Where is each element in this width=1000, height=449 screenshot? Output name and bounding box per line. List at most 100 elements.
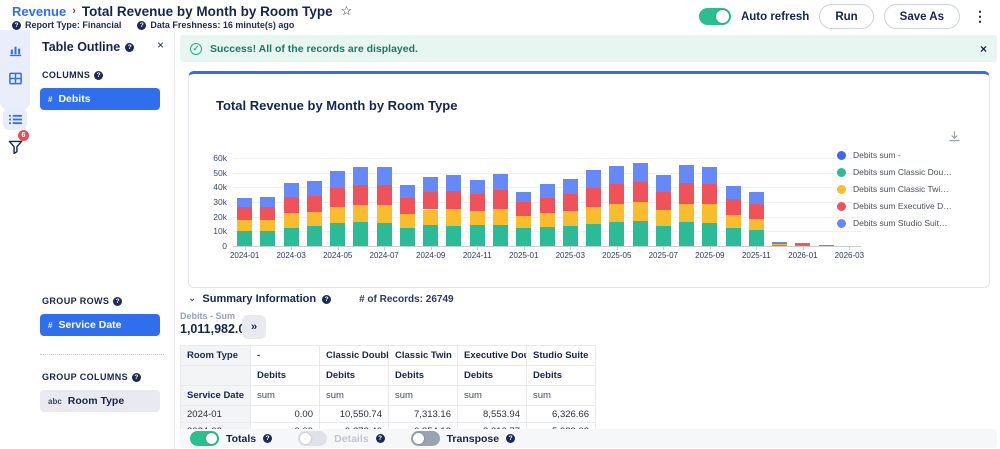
info-icon[interactable]: ? [12,21,21,30]
more-options-icon[interactable]: ⋮ [970,8,990,25]
bar-segment [633,221,648,246]
y-axis-tick-label: 20k [213,212,227,222]
bar-segment [586,170,601,187]
pill-label: Debits [58,93,90,105]
panel-title: Table Outline [42,40,120,54]
bar-segment [470,180,485,194]
bar-segment [563,211,578,226]
text-type-icon: abc [48,397,62,406]
expand-metrics-button[interactable]: » [242,315,266,339]
bar-segment [516,228,531,246]
pill-label: Service Date [58,319,121,331]
chevron-down-icon[interactable]: ⌄ [188,296,196,302]
gridline [233,173,861,174]
bar-segment [609,222,624,246]
table-outline-panel: Table Outline ? × COLUMNS ? # Debits GRO… [30,30,175,449]
bar-chart-icon[interactable] [0,37,30,63]
bar-segment [307,196,322,212]
bar-segment [749,192,764,204]
table-view-icon[interactable] [0,65,30,91]
aggregation-cell: sum [251,386,320,406]
legend-item[interactable]: Debits sum - [837,150,952,160]
report-meta: ? Report Type: Financial ? Data Freshnes… [12,20,294,30]
bar-segment [679,183,694,203]
help-icon[interactable]: ? [506,434,515,443]
help-icon[interactable]: ? [322,295,331,304]
bar-segment [609,166,624,184]
bar-segment [284,213,299,227]
top-header: Revenue › Total Revenue by Month by Room… [0,0,1000,30]
service-date-header-cell[interactable]: Service Date↓ [181,386,251,406]
auto-refresh-label: Auto refresh [741,11,809,23]
details-toggle-group: Details? [298,431,384,446]
bar-segment [260,207,275,220]
help-icon[interactable]: ? [125,43,134,52]
details-toggle[interactable] [298,431,327,446]
column-pill-debits[interactable]: # Debits [40,88,160,110]
bar-segment [749,219,764,230]
legend-item[interactable]: Debits sum Classic Dou… [837,167,952,177]
help-icon[interactable]: ? [376,434,385,443]
bar-segment [819,245,834,246]
banner-close-icon[interactable]: × [980,42,987,56]
x-axis-tick-label: 2024-07 [369,251,398,260]
bar-segment [772,243,787,244]
x-axis-tick-label: 2026-03 [835,251,864,260]
breadcrumb-root-link[interactable]: Revenue [12,4,66,19]
x-axis-tick-label: 2025-11 [742,251,771,260]
x-axis-tick-label: 2026-01 [788,251,817,260]
favorite-star-icon[interactable]: ☆ [341,3,353,19]
gridline [233,158,861,159]
service-date-header-label: Service Date [187,390,244,401]
legend-item[interactable]: Debits sum Executive D… [837,201,952,211]
legend-item[interactable]: Debits sum Studio Suit… [837,218,952,228]
totals-toggle[interactable] [190,431,219,446]
save-as-button[interactable]: Save As [884,4,960,29]
help-icon[interactable]: ? [263,434,272,443]
bar-segment [609,184,624,204]
column-group-header[interactable]: Classic Twin [389,346,458,366]
empty-corner-cell [181,366,251,386]
x-axis-tick [524,247,525,250]
columns-label: COLUMNS [42,70,90,80]
legend-label: Debits sum - [853,150,901,160]
column-group-header[interactable]: Classic Double [320,346,389,366]
list-view-icon[interactable] [0,106,30,132]
run-button[interactable]: Run [819,4,873,29]
x-axis-tick [756,247,757,250]
auto-refresh-toggle[interactable] [699,8,731,25]
data-freshness-label: Data Freshness: 16 minute(s) ago [150,20,294,30]
legend-item[interactable]: Debits sum Classic Twi… [837,184,952,194]
pivot-table: Room Type→-Classic DoubleClassic TwinExe… [180,345,596,429]
x-axis-tick [570,247,571,250]
transpose-toggle[interactable] [411,431,440,446]
info-icon[interactable]: ? [137,21,146,30]
panel-close-icon[interactable]: × [157,38,164,52]
filter-icon[interactable]: 6 [0,134,30,160]
group-column-pill-room-type[interactable]: abc Room Type [40,390,160,412]
help-icon[interactable]: ? [113,297,122,306]
legend-dot [837,219,846,228]
bar-segment [749,230,764,246]
column-group-header[interactable]: - [251,346,320,366]
help-icon[interactable]: ? [132,373,141,382]
group-row-pill-service-date[interactable]: # Service Date [40,314,160,336]
help-icon[interactable]: ? [94,71,103,80]
toggle-knob [716,10,729,23]
bar-segment [609,204,624,222]
pill-label: Room Type [68,395,124,407]
totals-toggle-group: Totals? [190,431,272,446]
bar-segment [330,207,345,223]
y-axis-tick-label: 0 [222,241,227,251]
room-type-header-cell[interactable]: Room Type→ [181,346,251,366]
download-icon[interactable] [948,130,961,148]
column-group-header[interactable]: Studio Suite [527,346,596,366]
bar-segment [726,215,741,228]
x-axis-tick [663,247,664,250]
y-axis-tick-label: 60k [213,153,227,163]
bar-segment [353,185,368,205]
column-group-header[interactable]: Executive Double [458,346,527,366]
numeric-type-icon: # [48,321,52,330]
bar-segment [353,222,368,246]
bar-segment [679,222,694,246]
